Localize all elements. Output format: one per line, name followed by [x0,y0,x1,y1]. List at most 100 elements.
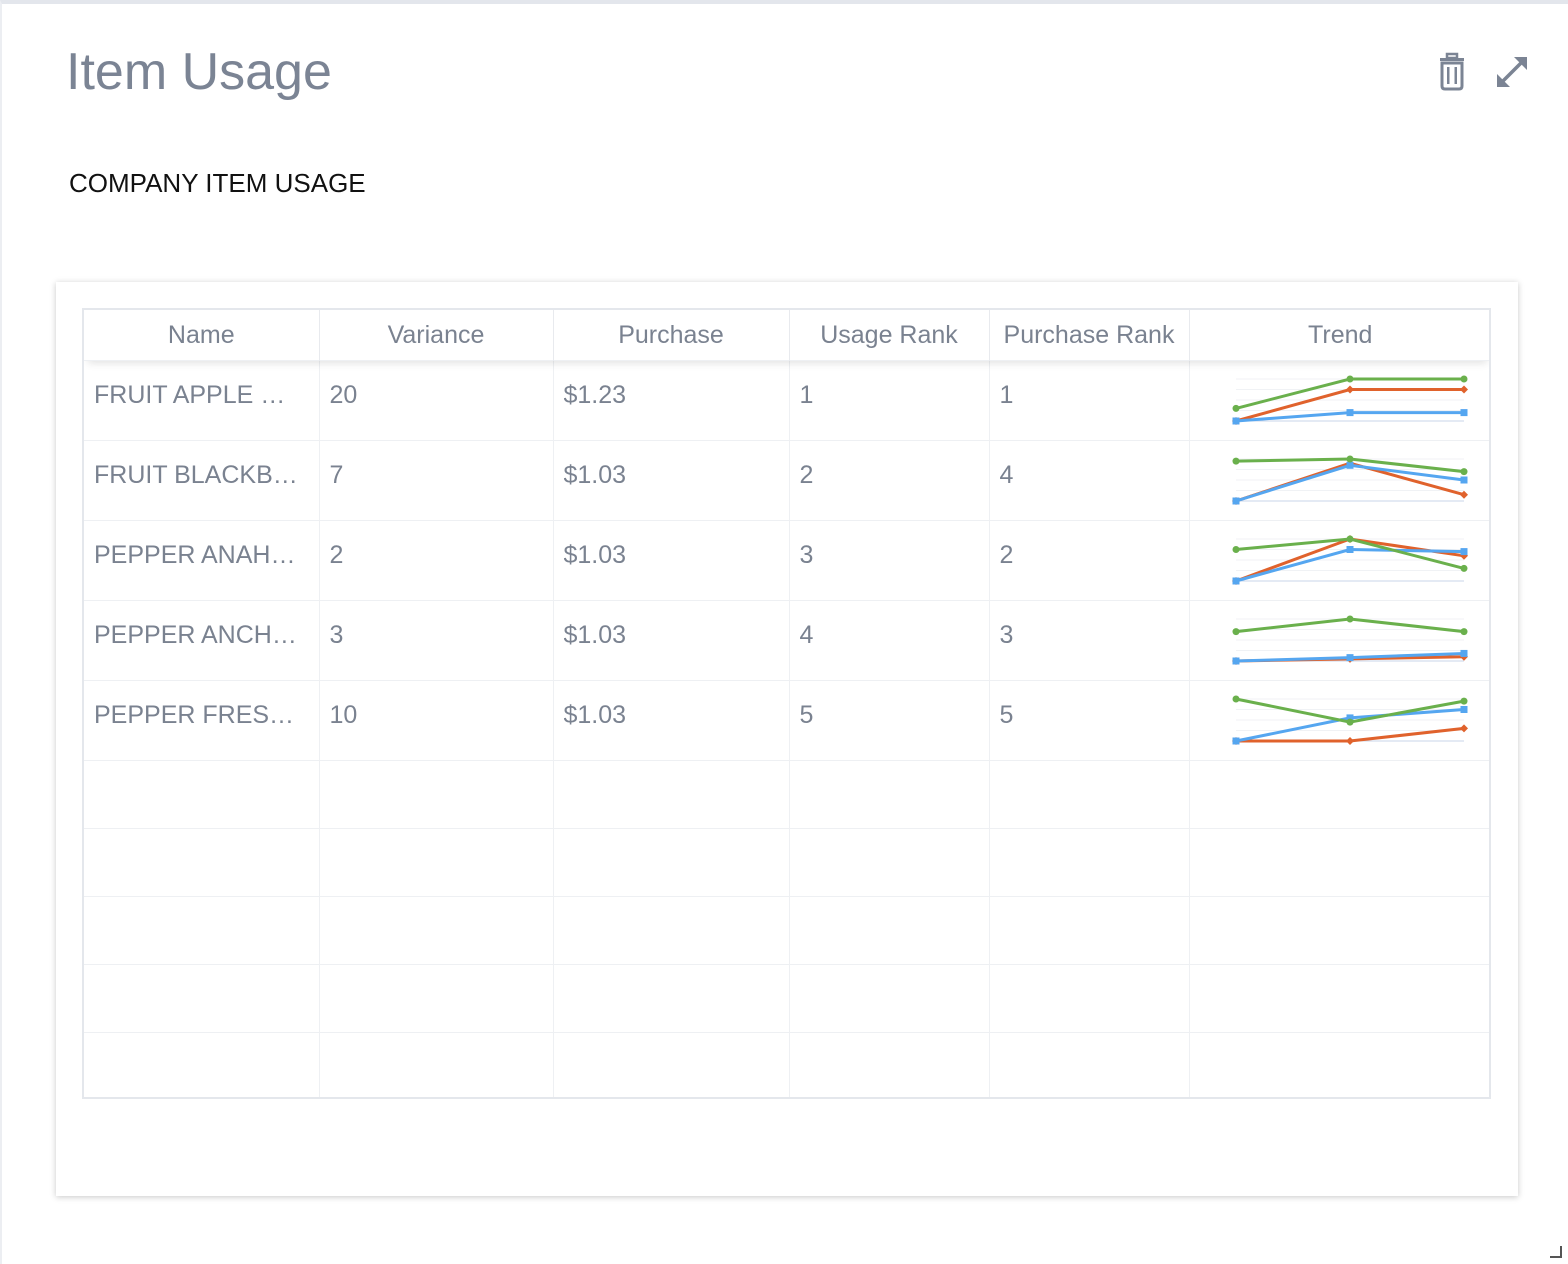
sparkline-point-green [1346,455,1353,463]
cell-purchase-text: $1.23 [563,381,627,409]
table-card: Name Variance Purchase Usage Rank Purcha… [56,282,1518,1196]
empty-cell [553,896,790,965]
column-header-trend[interactable]: Trend [1189,310,1489,361]
sparkline-point-green [1346,535,1353,543]
cell-variance: 3 [319,600,554,681]
column-header-purchase[interactable]: Purchase [553,310,790,361]
sparkline-point-blue [1346,409,1353,417]
empty-cell [989,1032,1190,1097]
empty-cell [789,1032,990,1097]
cell-purchase-rank: 4 [989,440,1190,521]
empty-cell [789,964,990,1033]
sparkline-point-blue [1346,654,1353,662]
cell-usage-rank-text: 3 [799,541,814,569]
cell-variance-text: 10 [329,701,358,729]
empty-cell [1189,828,1489,897]
sparkline-point-green [1232,695,1239,703]
sparkline-point-green [1232,628,1239,636]
cell-name: PEPPER FRES… [84,680,320,761]
usage-table: Name Variance Purchase Usage Rank Purcha… [84,310,1489,1097]
cell-purchase-rank: 2 [989,520,1190,601]
trash-icon[interactable] [1432,52,1472,92]
sparkline-point-blue [1460,706,1467,713]
widget-title: Item Usage [66,43,332,101]
table-row[interactable]: PEPPER ANAH… 2 $1.03 3 2 [84,520,1489,601]
empty-cell [553,760,790,829]
empty-cell [1189,760,1489,829]
empty-row [84,1032,1489,1097]
empty-row [84,828,1489,897]
cell-usage-rank-text: 5 [799,701,814,729]
resize-handle[interactable] [1550,1246,1562,1258]
empty-cell [1189,1032,1489,1097]
empty-cell [789,828,990,897]
sparkline-point-green [1346,718,1353,726]
table-row[interactable]: FRUIT APPLE … 20 $1.23 1 1 [84,360,1489,441]
cell-trend [1189,600,1489,681]
empty-cell [789,760,990,829]
cell-usage-rank-text: 1 [799,381,814,409]
sparkline-series-orange [1235,388,1464,423]
cell-usage-rank: 5 [789,680,990,761]
cell-trend [1189,360,1489,441]
cell-name: PEPPER ANCH… [84,600,320,681]
sparkline-point-orange [1345,385,1354,394]
table-row[interactable]: FRUIT BLACKB… 7 $1.03 2 4 [84,440,1489,521]
sparkline-point-green [1460,697,1467,705]
cell-purchase-rank-text: 1 [999,381,1014,409]
cell-purchase-text: $1.03 [563,461,627,489]
trend-sparkline [1231,695,1468,745]
column-header-purchase-rank[interactable]: Purchase Rank [989,310,1190,361]
cell-name-text: FRUIT APPLE … [94,381,286,409]
cell-trend [1189,680,1489,761]
empty-row [84,760,1489,829]
sparkline-point-green [1232,404,1239,412]
sparkline-point-blue [1346,461,1353,469]
cell-variance-text: 3 [329,621,344,649]
cell-trend [1189,440,1489,521]
sparkline-series-blue [1235,463,1464,503]
cell-variance-text: 7 [329,461,344,489]
sparkline-point-blue [1346,546,1353,553]
sparkline-point-green [1346,375,1353,383]
empty-cell [553,964,790,1033]
cell-purchase-text: $1.03 [563,701,627,729]
cell-usage-rank-text: 4 [799,621,814,649]
empty-cell [84,964,320,1033]
table-row[interactable]: PEPPER FRES… 10 $1.03 5 5 [84,680,1489,761]
sparkline-point-blue [1460,476,1467,484]
empty-cell [84,828,320,897]
sparkline-point-blue [1232,497,1239,505]
empty-cell [1189,964,1489,1033]
sparkline-series-blue [1235,547,1464,583]
column-header-variance[interactable]: Variance [319,310,554,361]
cell-name: FRUIT BLACKB… [84,440,320,521]
expand-icon[interactable] [1492,52,1532,92]
column-header-usage-rank[interactable]: Usage Rank [789,310,990,361]
cell-usage-rank: 4 [789,600,990,681]
cell-variance: 20 [319,360,554,441]
empty-row [84,896,1489,965]
table-row[interactable]: PEPPER ANCH… 3 $1.03 4 3 [84,600,1489,681]
cell-purchase-rank: 5 [989,680,1190,761]
item-usage-widget: Item Usage COMPANY ITEM USAGE Name Varia… [0,0,1568,1264]
empty-cell [789,896,990,965]
cell-purchase-rank-text: 3 [999,621,1014,649]
sparkline-point-green [1232,546,1239,553]
cell-name-text: PEPPER FRES… [94,701,295,729]
sparkline-series-green [1235,377,1464,410]
cell-variance: 2 [319,520,554,601]
sparkline-point-orange [1459,385,1468,394]
column-header-name[interactable]: Name [84,310,320,361]
empty-cell [989,760,1190,829]
empty-cell [319,896,554,965]
cell-purchase-rank: 1 [989,360,1190,441]
widget-subtitle: COMPANY ITEM USAGE [69,168,366,198]
sparkline-point-blue [1460,409,1467,417]
sparkline-point-green [1460,375,1467,383]
cell-usage-rank: 1 [789,360,990,441]
sparkline-point-blue [1232,657,1239,665]
cell-variance: 7 [319,440,554,521]
cell-variance: 10 [319,680,554,761]
empty-cell [319,964,554,1033]
